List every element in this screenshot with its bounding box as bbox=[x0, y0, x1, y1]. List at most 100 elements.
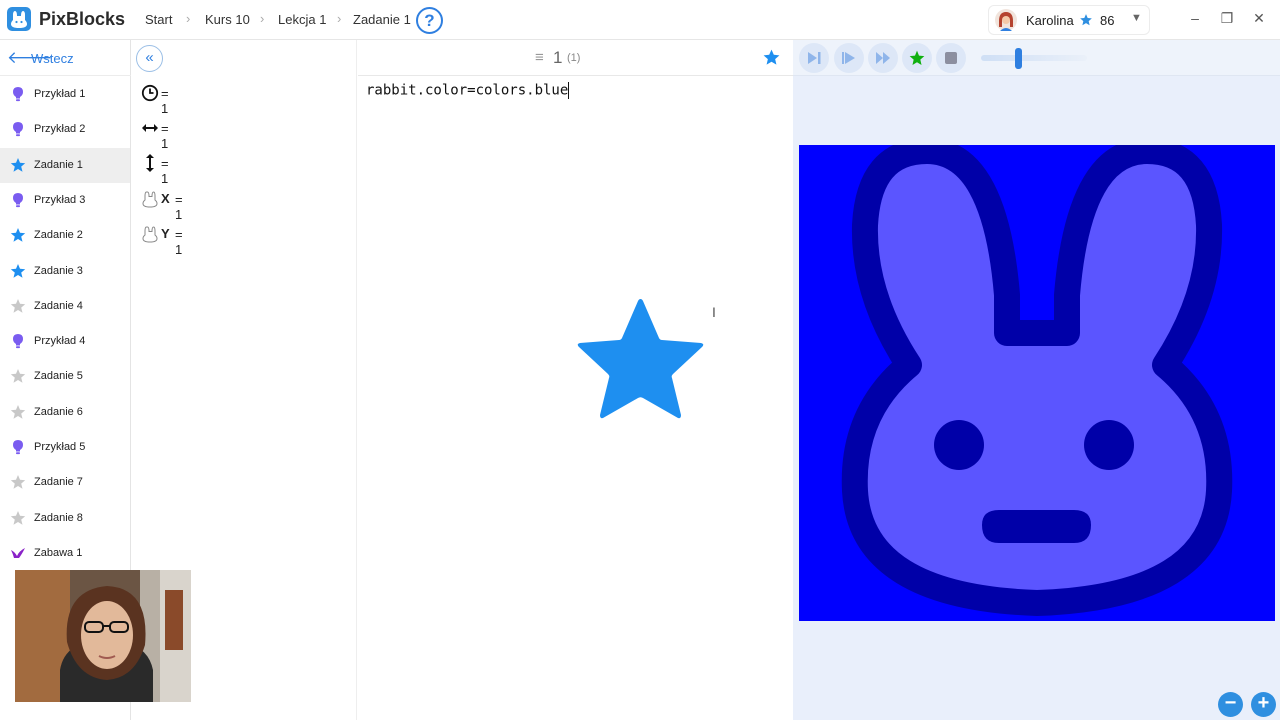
user-name: Karolina bbox=[1026, 13, 1074, 28]
sidebar-item-label: Przykład 4 bbox=[34, 335, 86, 348]
variable-name: X bbox=[161, 191, 170, 206]
clock-icon bbox=[141, 84, 159, 102]
star-blue-icon bbox=[10, 157, 26, 172]
variable-value: = 1 bbox=[175, 192, 183, 222]
speed-slider-track[interactable] bbox=[981, 55, 1087, 61]
sidebar-item[interactable]: Zadanie 6 bbox=[0, 395, 130, 430]
step-forward-icon bbox=[808, 52, 821, 64]
variable-name: Y bbox=[161, 226, 170, 241]
app-title: PixBlocks bbox=[39, 9, 126, 29]
task-star-icon bbox=[577, 299, 704, 419]
star-icon[interactable] bbox=[762, 48, 781, 67]
variable-value: = 1 bbox=[161, 121, 169, 151]
fast-forward-icon bbox=[876, 52, 890, 64]
sidebar-item[interactable]: Zadanie 2 bbox=[0, 218, 130, 253]
stage-area: − + bbox=[793, 40, 1280, 720]
star-gray-icon bbox=[10, 475, 26, 490]
bird-icon bbox=[11, 547, 25, 558]
stage-canvas bbox=[799, 145, 1275, 621]
rabbit-icon bbox=[142, 226, 158, 243]
minimize-button[interactable]: – bbox=[1185, 10, 1205, 26]
sidebar-item[interactable]: Przykład 3 bbox=[0, 183, 130, 218]
bulb-icon bbox=[13, 122, 23, 137]
sidebar-item[interactable]: Zadanie 4 bbox=[0, 289, 130, 324]
variable-value: = 1 bbox=[175, 227, 183, 257]
rabbit-icon bbox=[142, 191, 158, 208]
sidebar-item-label: Przykład 5 bbox=[34, 441, 86, 453]
bulb-icon bbox=[13, 440, 23, 455]
chevron-right-icon: › bbox=[337, 11, 342, 26]
sidebar-item[interactable]: Przykład 1 bbox=[0, 77, 130, 112]
back-label: Wstecz bbox=[31, 51, 74, 66]
webcam-video-image bbox=[15, 570, 191, 702]
sidebar-item[interactable]: Zadanie 7 bbox=[0, 465, 130, 500]
sidebar-item[interactable]: Przykład 2 bbox=[0, 112, 130, 147]
code-text: rabbit.color=colors.blue bbox=[366, 82, 569, 99]
sidebar-item-label: Przykład 2 bbox=[34, 123, 86, 136]
breadcrumb-start[interactable]: Start bbox=[145, 12, 172, 27]
collapse-panel-button[interactable]: « bbox=[136, 45, 163, 72]
code-line[interactable]: rabbit.color=colors.blue bbox=[366, 82, 570, 99]
maximize-button[interactable]: ❐ bbox=[1217, 10, 1237, 27]
sidebar-item-label: Zabawa 1 bbox=[34, 546, 83, 559]
rabbit-sprite bbox=[841, 145, 1233, 616]
sidebar-item-label: Zadanie 1 bbox=[34, 158, 83, 171]
lines-icon: ≡ bbox=[535, 49, 544, 66]
breadcrumb-course[interactable]: Kurs 10 bbox=[205, 12, 250, 27]
variable-value: = 1 bbox=[161, 156, 169, 186]
star-blue-icon bbox=[10, 263, 26, 278]
green-star-icon bbox=[909, 50, 925, 65]
zoom-in-button[interactable]: + bbox=[1251, 692, 1276, 717]
pixblocks-logo-icon bbox=[7, 7, 31, 31]
sidebar-item[interactable]: Zadanie 3 bbox=[0, 254, 130, 289]
fast-forward-button[interactable] bbox=[868, 43, 898, 73]
top-bar: PixBlocks Start › Kurs 10 › Lekcja 1 › Z… bbox=[0, 0, 1280, 40]
close-button[interactable]: ✕ bbox=[1249, 10, 1269, 27]
sidebar-item[interactable]: Zadanie 8 bbox=[0, 501, 130, 536]
sidebar-item[interactable]: Przykład 5 bbox=[0, 430, 130, 465]
check-solution-button[interactable] bbox=[902, 43, 932, 73]
sidebar-item-label: Zadanie 4 bbox=[34, 299, 83, 312]
sidebar-item-label: Przykład 3 bbox=[34, 193, 86, 206]
speed-slider-handle[interactable] bbox=[1015, 48, 1022, 69]
line-number: 1 bbox=[553, 48, 563, 67]
bulb-icon bbox=[13, 87, 23, 102]
star-gray-icon bbox=[10, 510, 26, 525]
zoom-out-button[interactable]: − bbox=[1218, 692, 1243, 717]
star-gray-icon bbox=[10, 404, 26, 419]
star-icon bbox=[1080, 14, 1092, 26]
sidebar-item-label: Przykład 1 bbox=[34, 88, 86, 100]
star-blue-icon bbox=[10, 228, 26, 242]
chevron-right-icon: › bbox=[186, 11, 191, 26]
chevron-down-icon[interactable]: ▼ bbox=[1131, 12, 1142, 24]
breadcrumb-lesson[interactable]: Lekcja 1 bbox=[278, 12, 326, 27]
bulb-icon bbox=[13, 334, 23, 349]
editor-header: ≡ 1 (1) bbox=[358, 40, 793, 76]
webcam-overlay bbox=[15, 570, 191, 702]
avatar bbox=[995, 9, 1017, 31]
help-button[interactable]: ? bbox=[416, 7, 443, 34]
step-button[interactable] bbox=[799, 43, 829, 73]
star-gray-icon bbox=[10, 298, 26, 313]
stop-button[interactable] bbox=[936, 43, 966, 73]
sidebar-item-label: Zadanie 6 bbox=[34, 405, 83, 418]
line-count: (1) bbox=[567, 52, 581, 64]
user-menu[interactable]: Karolina 86 ▼ bbox=[988, 5, 1150, 35]
chevron-right-icon: › bbox=[260, 11, 265, 26]
stop-icon bbox=[945, 52, 957, 64]
sidebar-item-label: Zadanie 2 bbox=[34, 229, 83, 242]
sidebar-item-label: Zadanie 8 bbox=[34, 511, 83, 524]
bulb-icon bbox=[13, 192, 23, 207]
star-gray-icon bbox=[10, 369, 26, 384]
breadcrumb-task[interactable]: Zadanie 1 bbox=[353, 12, 411, 27]
sidebar-item[interactable]: Zabawa 1 bbox=[0, 536, 130, 571]
sidebar-item[interactable]: Zadanie 1 bbox=[0, 147, 130, 183]
text-caret bbox=[568, 82, 570, 99]
code-editor[interactable]: ≡ 1 (1) rabbit.color=colors.blue I bbox=[358, 40, 793, 720]
text-cursor-icon: I bbox=[712, 304, 716, 320]
play-button[interactable] bbox=[834, 43, 864, 73]
sidebar-item[interactable]: Przykład 4 bbox=[0, 324, 130, 359]
play-icon bbox=[842, 52, 855, 64]
sidebar-item[interactable]: Zadanie 5 bbox=[0, 359, 130, 394]
back-button[interactable]: 🡐 Wstecz bbox=[0, 40, 131, 76]
